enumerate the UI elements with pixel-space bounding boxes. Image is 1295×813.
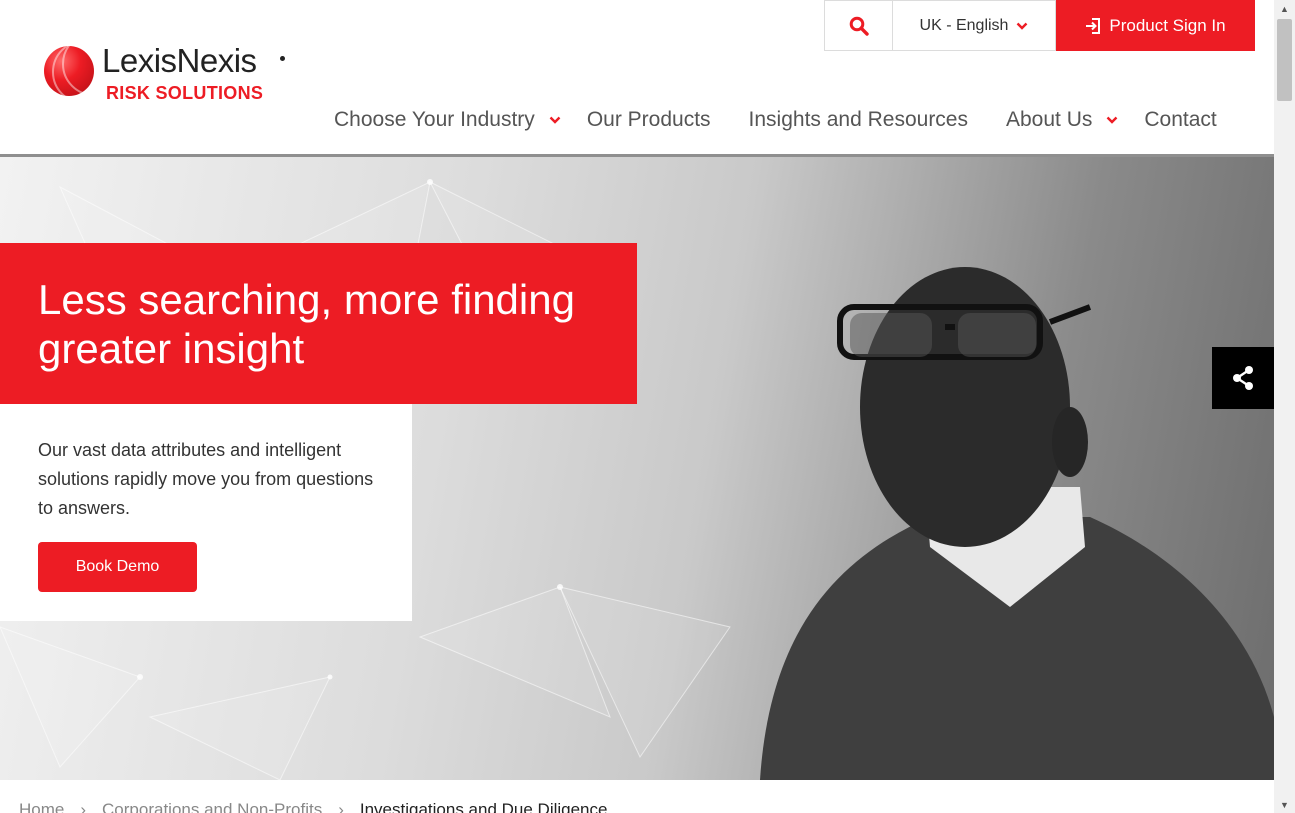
chevron-down-icon xyxy=(1017,22,1028,30)
headline-panel: Less searching, more finding greater ins… xyxy=(0,243,637,404)
share-button[interactable] xyxy=(1212,347,1274,409)
book-demo-button[interactable]: Book Demo xyxy=(38,542,197,592)
nav-label: Choose Your Industry xyxy=(334,108,535,131)
breadcrumb-separator-icon: › xyxy=(338,800,344,813)
breadcrumb-home[interactable]: Home xyxy=(19,800,64,813)
site-header: LexisNexis RISK SOLUTIONS UK - English P… xyxy=(0,0,1274,157)
hero-headline: Less searching, more finding greater ins… xyxy=(38,276,575,372)
search-button[interactable] xyxy=(824,0,893,51)
lexisnexis-logo[interactable]: LexisNexis RISK SOLUTIONS xyxy=(44,42,294,106)
logo-wordmark: LexisNexis xyxy=(102,42,257,79)
page-scrollbar[interactable]: ▲ ▼ xyxy=(1274,0,1295,813)
chevron-down-icon xyxy=(1107,116,1118,124)
breadcrumb-current: Investigations and Due Diligence xyxy=(359,800,608,813)
sign-in-icon xyxy=(1086,17,1101,34)
nav-label: About Us xyxy=(1006,108,1093,131)
person-illustration xyxy=(760,267,1274,780)
breadcrumb-separator-icon: › xyxy=(80,800,87,813)
logo-registered-dot xyxy=(280,56,285,61)
scroll-down-arrow-icon[interactable]: ▼ xyxy=(1274,796,1295,813)
sign-in-label: Product Sign In xyxy=(1109,15,1226,35)
share-icon xyxy=(1233,366,1253,390)
nav-insights-and-resources[interactable]: Insights and Resources xyxy=(749,108,968,132)
product-sign-in-button[interactable]: Product Sign In xyxy=(1056,0,1255,51)
nav-label: Our Products xyxy=(586,108,711,131)
breadcrumb: Home › Corporations and Non-Profits › In… xyxy=(19,800,607,813)
nav-label: Contact xyxy=(1144,108,1217,131)
hero-banner: Less searching, more finding greater ins… xyxy=(0,157,1274,780)
breadcrumb-corporations[interactable]: Corporations and Non-Profits xyxy=(102,800,322,813)
search-icon xyxy=(849,16,869,36)
nav-about-us[interactable]: About Us xyxy=(1006,108,1118,132)
hero-intro-text: Our vast data attributes and intelligent… xyxy=(38,440,374,518)
language-selector[interactable]: UK - English xyxy=(893,0,1056,51)
logo-sphere-icon xyxy=(44,46,94,96)
language-label: UK - English xyxy=(919,16,1009,34)
scroll-up-arrow-icon[interactable]: ▲ xyxy=(1274,0,1295,17)
nav-contact[interactable]: Contact xyxy=(1144,108,1216,132)
intro-panel: Our vast data attributes and intelligent… xyxy=(0,404,412,621)
nav-our-products[interactable]: Our Products xyxy=(587,108,711,132)
logo-subtitle: RISK SOLUTIONS xyxy=(106,83,264,103)
nav-label: Insights and Resources xyxy=(748,108,968,131)
utility-bar: UK - English Product Sign In xyxy=(824,0,1255,51)
chevron-down-icon xyxy=(549,116,561,124)
main-nav: Choose Your Industry Our Products Insigh… xyxy=(334,104,1217,136)
nav-choose-your-industry[interactable]: Choose Your Industry xyxy=(334,108,561,132)
scroll-thumb[interactable] xyxy=(1277,19,1292,101)
